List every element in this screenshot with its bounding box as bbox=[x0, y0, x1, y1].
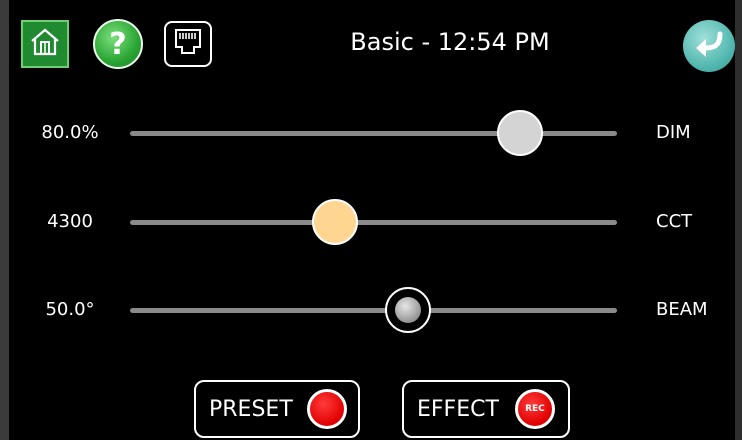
dim-knob[interactable] bbox=[496, 110, 543, 156]
rec-badge-text: REC bbox=[525, 404, 545, 414]
question-icon: ? bbox=[109, 26, 127, 62]
home-button[interactable] bbox=[21, 20, 69, 68]
cct-value: 4300 bbox=[47, 211, 93, 232]
home-icon bbox=[29, 27, 61, 61]
slider-row-beam: 50.0° BEAM bbox=[0, 285, 742, 335]
return-arrow-icon bbox=[693, 30, 725, 62]
help-button[interactable]: ? bbox=[93, 19, 143, 69]
beam-label: BEAM bbox=[656, 299, 708, 320]
effect-button[interactable]: EFFECT REC bbox=[402, 380, 570, 438]
beam-knob[interactable] bbox=[384, 287, 431, 333]
back-button[interactable] bbox=[683, 20, 735, 72]
beam-value: 50.0° bbox=[45, 299, 95, 320]
ethernet-port-icon bbox=[172, 27, 204, 61]
record-icon: REC bbox=[514, 389, 555, 429]
dim-track[interactable] bbox=[130, 131, 617, 136]
cct-track[interactable] bbox=[130, 220, 617, 225]
effect-label: EFFECT bbox=[417, 396, 499, 422]
slider-row-cct: 4300 CCT bbox=[0, 197, 742, 247]
cct-label: CCT bbox=[656, 211, 693, 232]
slider-row-dim: 80.0% DIM bbox=[0, 108, 742, 158]
beam-track[interactable] bbox=[130, 308, 617, 313]
dim-label: DIM bbox=[656, 122, 691, 143]
dim-value: 80.0% bbox=[41, 122, 99, 143]
network-button[interactable] bbox=[164, 21, 212, 67]
page-title: Basic - 12:54 PM bbox=[350, 28, 550, 56]
cct-knob[interactable] bbox=[311, 199, 358, 245]
preset-label: PRESET bbox=[209, 396, 293, 422]
preset-button[interactable]: PRESET bbox=[194, 380, 360, 438]
record-dot-icon bbox=[306, 389, 347, 429]
